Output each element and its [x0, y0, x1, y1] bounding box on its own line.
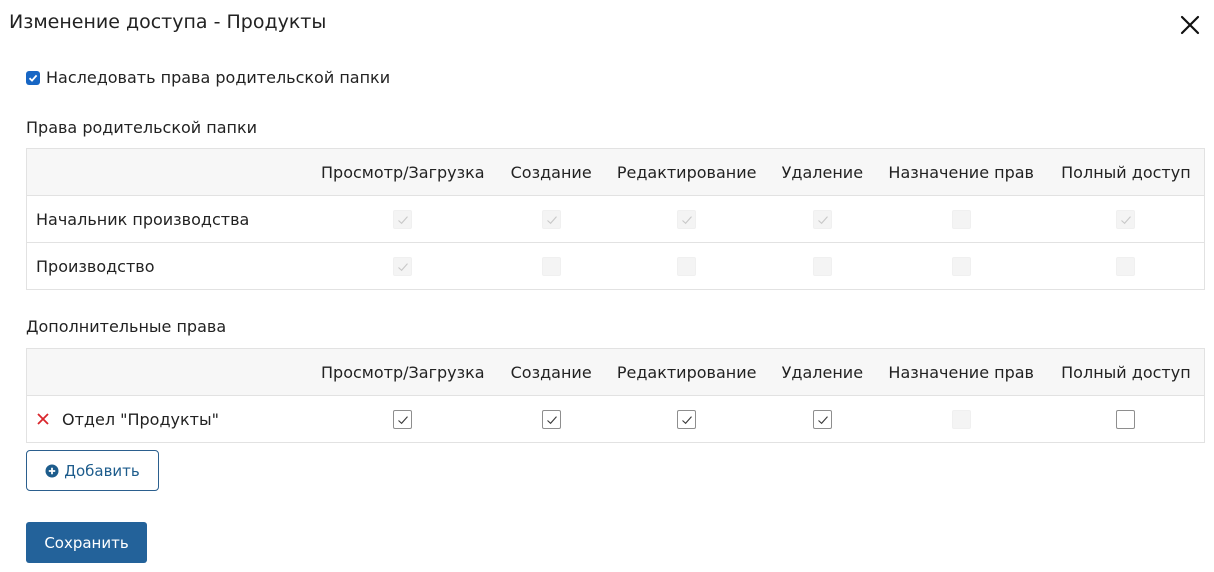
- permission-checkbox-create: [541, 210, 561, 229]
- row-name-cell: Производство: [26, 242, 307, 290]
- permission-cell-edit: [603, 242, 771, 290]
- additional-rights-title: Дополнительные права: [26, 317, 227, 336]
- add-button[interactable]: Добавить: [26, 450, 159, 491]
- additional-rights-table: Просмотр/Загрузка Создание Редактировани…: [26, 348, 1205, 443]
- permission-cell-delete: [770, 195, 875, 243]
- permission-checkbox-delete: [812, 257, 832, 276]
- permission-checkbox-view: [393, 210, 413, 229]
- permission-cell-create: [499, 395, 604, 443]
- column-header-view: Просмотр/Загрузка: [306, 148, 500, 196]
- plus-circle-icon: [45, 464, 59, 477]
- table-header-row: Просмотр/Загрузка Создание Редактировани…: [26, 148, 1205, 196]
- inherit-rights-label: Наследовать права родительской папки: [46, 68, 391, 87]
- permission-cell-view: [306, 242, 500, 290]
- permission-checkbox-assign: [951, 257, 971, 276]
- add-button-label: Добавить: [64, 461, 140, 480]
- permission-checkbox-full: [1116, 210, 1136, 229]
- column-header-assign: Назначение прав: [874, 348, 1048, 396]
- row-name-label: Отдел "Продукты": [62, 409, 219, 429]
- column-header-full: Полный доступ: [1047, 348, 1205, 396]
- permission-checkbox-assign: [951, 410, 971, 429]
- column-header-edit: Редактирование: [603, 148, 771, 196]
- column-header-full: Полный доступ: [1047, 148, 1205, 196]
- dialog-title: Изменение доступа - Продукты: [9, 11, 327, 33]
- permission-checkbox-create[interactable]: [541, 410, 561, 429]
- permission-checkbox-view[interactable]: [393, 410, 413, 429]
- column-header-create: Создание: [499, 148, 604, 196]
- save-button[interactable]: Сохранить: [26, 522, 147, 563]
- permission-cell-full: [1047, 195, 1205, 243]
- permission-cell-assign: [874, 195, 1048, 243]
- column-header-delete: Удаление: [770, 148, 875, 196]
- permission-checkbox-delete[interactable]: [812, 410, 832, 429]
- permission-checkbox-edit[interactable]: [677, 410, 697, 429]
- permission-checkbox-full[interactable]: [1116, 410, 1136, 429]
- table-row: Отдел "Продукты": [26, 395, 1205, 443]
- permission-checkbox-create: [541, 257, 561, 276]
- permission-cell-assign: [874, 242, 1048, 290]
- parent-rights-table: Просмотр/Загрузка Создание Редактировани…: [26, 148, 1205, 290]
- permission-cell-view: [306, 395, 500, 443]
- permission-cell-edit: [603, 395, 771, 443]
- checkbox-checked-icon[interactable]: [26, 70, 40, 85]
- permission-cell-delete: [770, 395, 875, 443]
- close-icon[interactable]: [1178, 13, 1202, 37]
- remove-icon[interactable]: [36, 411, 50, 425]
- permission-checkbox-delete: [812, 210, 832, 229]
- permission-cell-create: [499, 242, 604, 290]
- column-header-edit: Редактирование: [603, 348, 771, 396]
- row-name-cell: Отдел "Продукты": [26, 395, 307, 443]
- permission-cell-assign: [874, 395, 1048, 443]
- row-name-cell: Начальник производства: [26, 195, 307, 243]
- table-row: Начальник производства: [26, 195, 1205, 243]
- permission-cell-create: [499, 195, 604, 243]
- permission-cell-delete: [770, 242, 875, 290]
- parent-rights-title: Права родительской папки: [26, 118, 258, 137]
- permission-cell-full: [1047, 242, 1205, 290]
- permission-checkbox-edit: [677, 257, 697, 276]
- column-header-assign: Назначение прав: [874, 148, 1048, 196]
- table-row: Производство: [26, 242, 1205, 290]
- inherit-rights-checkbox[interactable]: Наследовать права родительской папки: [26, 68, 390, 87]
- permission-cell-view: [306, 195, 500, 243]
- column-header-delete: Удаление: [770, 348, 875, 396]
- row-name-label: Начальник производства: [36, 209, 250, 229]
- column-header-view: Просмотр/Загрузка: [306, 348, 500, 396]
- column-header-create: Создание: [499, 348, 604, 396]
- column-header-name: [26, 348, 307, 396]
- permission-checkbox-full: [1116, 257, 1136, 276]
- permission-cell-full: [1047, 395, 1205, 443]
- row-name-label: Производство: [36, 256, 155, 276]
- permission-checkbox-assign: [951, 210, 971, 229]
- table-header-row: Просмотр/Загрузка Создание Редактировани…: [26, 348, 1205, 396]
- permission-checkbox-view: [393, 257, 413, 276]
- permission-checkbox-edit: [677, 210, 697, 229]
- permission-cell-edit: [603, 195, 771, 243]
- column-header-name: [26, 148, 307, 196]
